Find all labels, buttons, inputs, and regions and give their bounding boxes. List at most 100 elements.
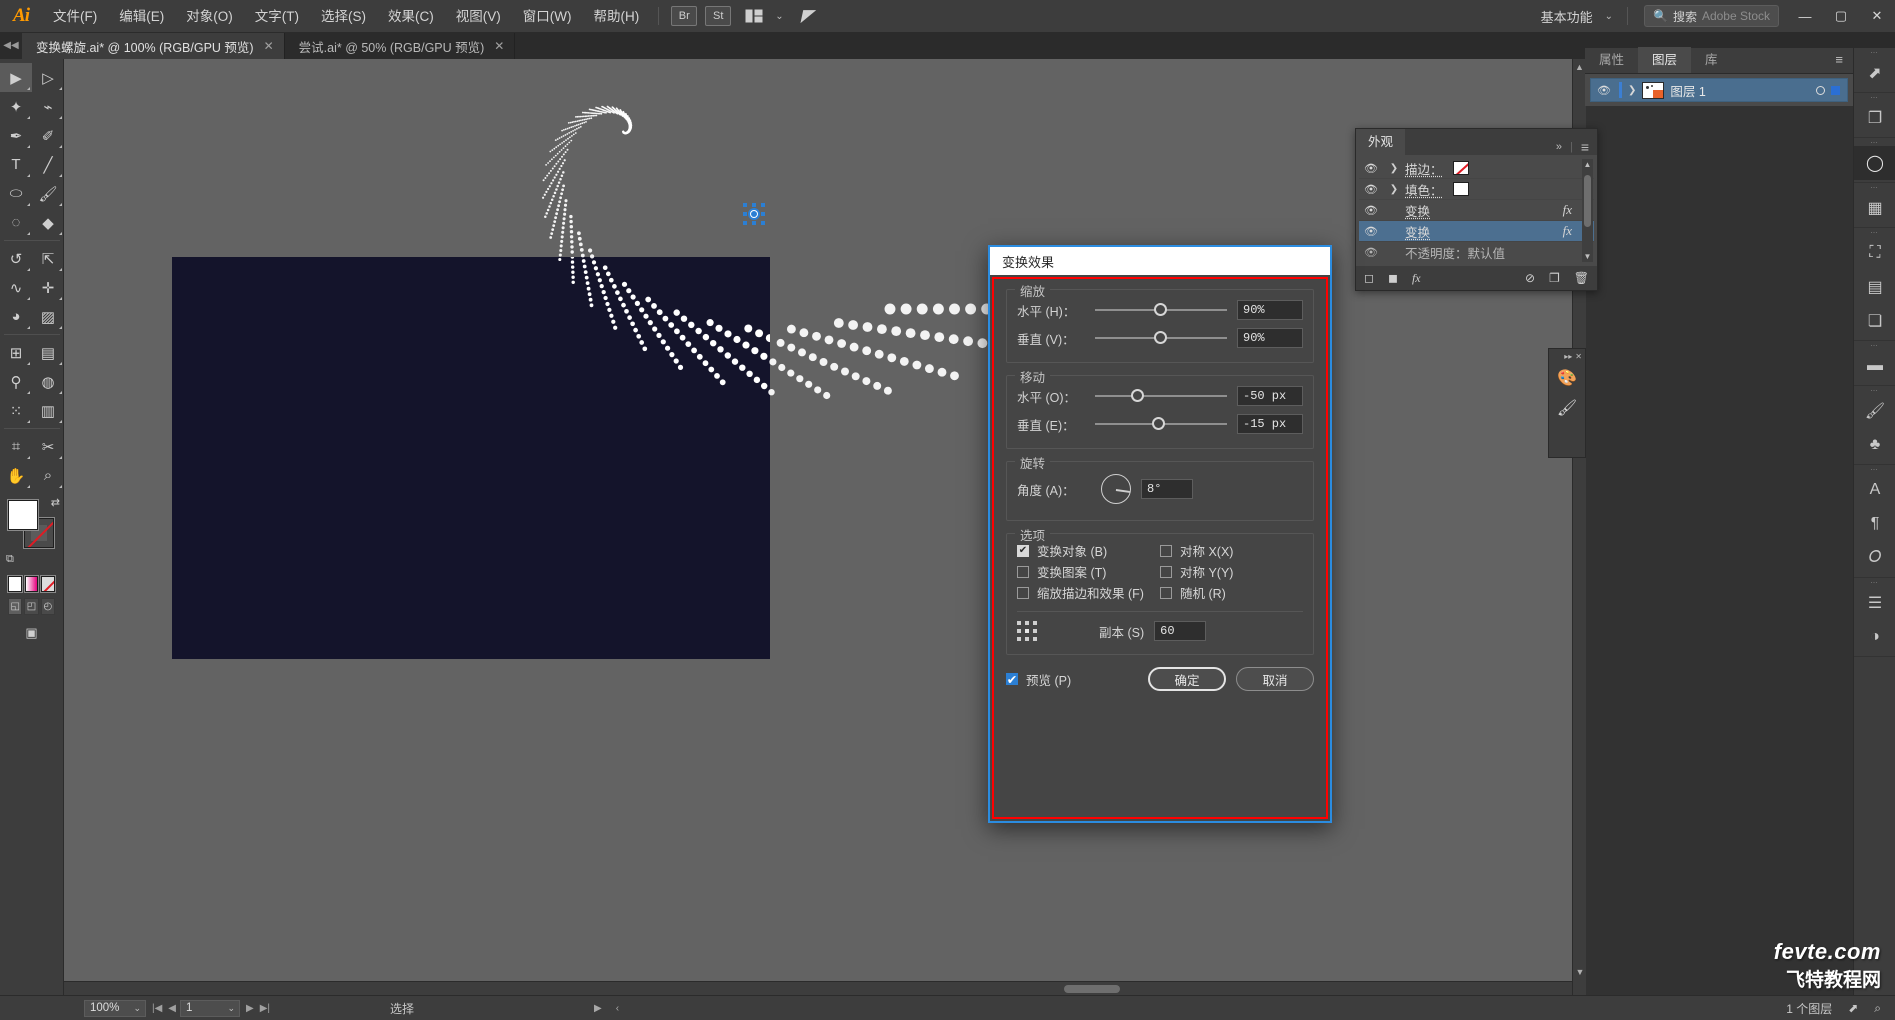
tab-libraries[interactable]: 库 [1691,47,1732,73]
option-transform-patterns[interactable]: 变换图案 (T) [1017,561,1160,582]
fill-swatch[interactable] [7,499,39,531]
eye-icon[interactable]: 👁 [1359,246,1383,259]
scroll-up-icon[interactable]: ▲ [1582,160,1593,169]
character-panel-icon[interactable]: A [1854,473,1895,507]
chevron-right-icon[interactable]: ❯ [1387,184,1401,195]
first-artboard-icon[interactable]: |◀ [152,1003,162,1014]
swatches-panel-icon[interactable]: ▦ [1854,191,1895,225]
chevron-down-icon[interactable]: ⌄ [227,1003,239,1014]
maximize-button[interactable]: ▢ [1823,0,1859,33]
search-icon[interactable]: ⌕ [1874,1001,1881,1016]
align-panel-icon[interactable]: ▤ [1854,270,1895,304]
change-screen-mode-icon[interactable]: ▣ [20,623,44,643]
layers-panel-icon[interactable]: ❐ [1854,101,1895,135]
horizontal-scroll-thumb[interactable] [1064,985,1120,993]
angle-dial[interactable] [1101,474,1131,504]
duplicate-item-icon[interactable]: ❐ [1549,271,1560,285]
menu-select[interactable]: 选择(S) [310,0,377,33]
eye-icon[interactable]: 👁 [1595,84,1613,97]
scale-vertical-slider[interactable] [1095,329,1227,347]
stock-icon[interactable]: St [705,6,732,26]
blend-tool[interactable]: ◍ [32,367,64,396]
canvas-horizontal-scrollbar[interactable] [64,981,1572,995]
scale-vertical-input[interactable]: 90% [1237,328,1303,348]
workspace-switcher-label[interactable]: 基本功能 [1535,7,1599,26]
checkbox-scale-strokes-effects[interactable] [1017,586,1029,599]
option-random[interactable]: 随机 (R) [1160,582,1303,603]
stock-search-input[interactable]: 🔍 搜索 Adobe Stock [1643,5,1779,27]
reference-point-selector[interactable] [1017,621,1037,641]
color-button[interactable] [7,575,23,593]
direct-selection-tool[interactable]: ▷ [32,63,64,92]
status-back-icon[interactable]: ‹ [616,1003,619,1014]
fx-icon[interactable]: fx [1563,202,1572,218]
copies-input[interactable]: 60 [1154,621,1207,641]
document-tab-2[interactable]: 尝试.ai* @ 50% (RGB/GPU 预览) ✕ [285,33,516,59]
hand-tool[interactable]: ✋ [0,461,32,490]
preview-toggle[interactable]: ✔ 预览 (P) [1006,670,1071,689]
draw-normal-icon[interactable]: ◱ [8,598,23,615]
free-transform-tool[interactable]: ✛ [32,273,64,302]
line-segment-tool[interactable]: ╱ [32,150,64,179]
symbol-sprayer-tool[interactable]: ⁙ [0,396,32,425]
gradient-panel-icon[interactable]: ▬ [1854,349,1895,383]
move-horizontal-slider[interactable] [1095,387,1227,405]
move-vertical-input[interactable]: -15 px [1237,414,1303,434]
bridge-icon[interactable]: Br [671,6,698,26]
eye-icon[interactable]: 👁 [1359,204,1383,217]
stroke-swatch-icon[interactable] [1452,161,1469,175]
gradient-button[interactable] [23,575,40,593]
next-artboard-icon[interactable]: ▶ [246,1003,254,1014]
selection-anchor-marker[interactable] [743,203,765,225]
document-tab-1-close-icon[interactable]: ✕ [264,39,274,53]
tab-scroll-left-icon[interactable]: ◀◀ [0,33,22,59]
eye-icon[interactable]: 👁 [1359,162,1383,175]
chevron-down-icon[interactable]: ⌄ [775,11,783,22]
checkbox-transform-objects[interactable]: ✔ [1017,544,1029,557]
document-tab-1[interactable]: 变换螺旋.ai* @ 100% (RGB/GPU 预览) ✕ [22,33,285,59]
chevron-right-icon[interactable]: ❯ [1628,85,1636,96]
scale-tool[interactable]: ⇱ [32,244,64,273]
default-fill-stroke-icon[interactable]: ⧉ [6,553,14,566]
checkbox-random[interactable] [1160,586,1172,599]
appearance-panel-icon[interactable]: ◯ [1854,146,1895,180]
transform-panel-icon[interactable]: ⛶ [1854,236,1895,270]
scale-horizontal-input[interactable]: 90% [1237,300,1303,320]
magic-wand-tool[interactable]: ✦ [0,92,32,121]
artboard-tool[interactable]: ⌗ [0,432,32,461]
paintbrush-tool[interactable]: 🖌 [32,179,64,208]
gradient-tool[interactable]: ▤ [32,338,64,367]
selection-tool[interactable]: ▶ [0,63,32,92]
checkbox-reflect-y[interactable] [1160,565,1172,578]
collapse-icon[interactable]: » [1556,141,1562,153]
eraser-tool[interactable]: ◆ [32,208,64,237]
add-new-fill-icon[interactable]: ◼ [1388,271,1398,285]
eye-icon[interactable]: 👁 [1359,225,1383,238]
appearance-scroll-thumb[interactable] [1584,175,1591,227]
export-icon[interactable]: ⬈ [1848,1001,1858,1015]
close-button[interactable]: ✕ [1859,0,1895,33]
appearance-row-stroke[interactable]: 👁 ❯ 描边： [1359,158,1594,179]
scale-horizontal-slider[interactable] [1095,301,1227,319]
appearance-scrollbar[interactable]: ▲ ▼ [1582,159,1593,262]
menu-edit[interactable]: 编辑(E) [108,0,175,33]
menu-object[interactable]: 对象(O) [175,0,244,33]
zoom-level-selector[interactable]: 100% ⌄ [84,999,146,1017]
appearance-row-transform-1[interactable]: 👁 变换 fx [1359,200,1594,221]
checkbox-transform-patterns[interactable] [1017,565,1029,578]
add-effect-icon[interactable]: fx [1412,271,1421,286]
tab-properties[interactable]: 属性 [1585,47,1638,73]
pathfinder-panel-icon[interactable]: ❏ [1854,304,1895,338]
mesh-tool[interactable]: ⊞ [0,338,32,367]
move-vertical-slider[interactable] [1095,415,1227,433]
fx-icon[interactable]: fx [1563,223,1572,239]
prev-artboard-icon[interactable]: ◀ [168,1003,176,1014]
appearance-row-opacity[interactable]: 👁 不透明度：默认值 [1359,242,1594,263]
shape-builder-tool[interactable]: ◕ [0,302,32,331]
slice-tool[interactable]: ✂ [32,432,64,461]
transparency-panel-icon[interactable]: ◑ [1854,620,1895,654]
minimize-button[interactable]: — [1787,0,1823,33]
brushes-panel-icon[interactable]: 🖌 [1854,394,1895,428]
option-reflect-x[interactable]: 对称 X(X) [1160,540,1303,561]
option-reflect-y[interactable]: 对称 Y(Y) [1160,561,1303,582]
